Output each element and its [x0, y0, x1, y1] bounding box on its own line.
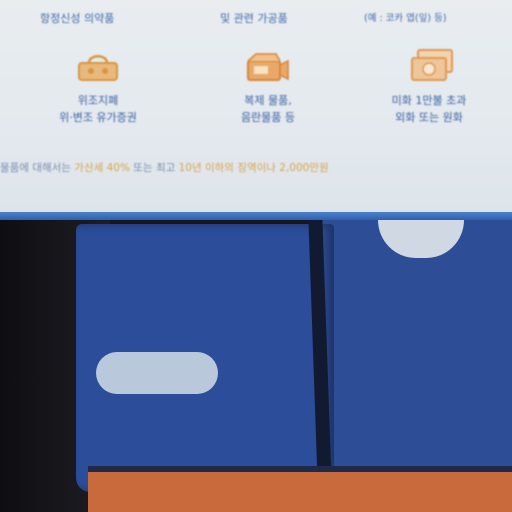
sign-blue-edge [0, 212, 512, 220]
note-highlight-tax: 가산세 40% [74, 162, 130, 174]
penalty-note: 물품에 대해서는 가산세 40% 또는 최고 10년 이하의 징역이나 2,00… [0, 160, 512, 175]
item-label-currency: 미화 1만불 초과 외화 또는 원화 [364, 92, 494, 126]
top-row-item-1: 항정신성 의약품 [40, 12, 115, 25]
film-camera-icon [246, 52, 290, 82]
luggage-scene [0, 220, 512, 512]
note-middle: 또는 최고 [129, 162, 179, 174]
customs-info-sign: 항정신성 의약품 및 관련 가공품 (예 : 코카 엽(잎) 등) 위조지폐 위… [0, 0, 512, 218]
label-line: 미화 1만불 초과 [391, 94, 467, 107]
label-line: 복제 물품, [244, 94, 292, 107]
top-row-item-2: 및 관련 가공품 [220, 12, 288, 25]
top-row-item-3: (예 : 코카 엽(잎) 등) [364, 13, 447, 24]
label-line: 위·변조 유가증권 [59, 111, 137, 124]
handbag-icon [76, 52, 120, 82]
note-prefix: 물품에 대해서는 [0, 162, 75, 174]
banknote-icon [410, 48, 454, 81]
label-line: 음란물품 등 [240, 111, 296, 124]
oval-patch [96, 352, 218, 394]
label-line: 외화 또는 원화 [395, 111, 463, 124]
item-label-pirated: 복제 물품, 음란물품 등 [212, 92, 324, 126]
label-line: 위조지폐 [77, 94, 119, 107]
orange-strap [88, 472, 512, 512]
note-highlight-penalty: 10년 이하의 징역이나 2,000만원 [178, 162, 329, 174]
blue-fabric-right [322, 220, 512, 496]
sign-top-row: 항정신성 의약품 및 관련 가공품 (예 : 코카 엽(잎) 등) [0, 4, 512, 30]
item-label-counterfeit: 위조지폐 위·변조 유가증권 [40, 92, 156, 126]
